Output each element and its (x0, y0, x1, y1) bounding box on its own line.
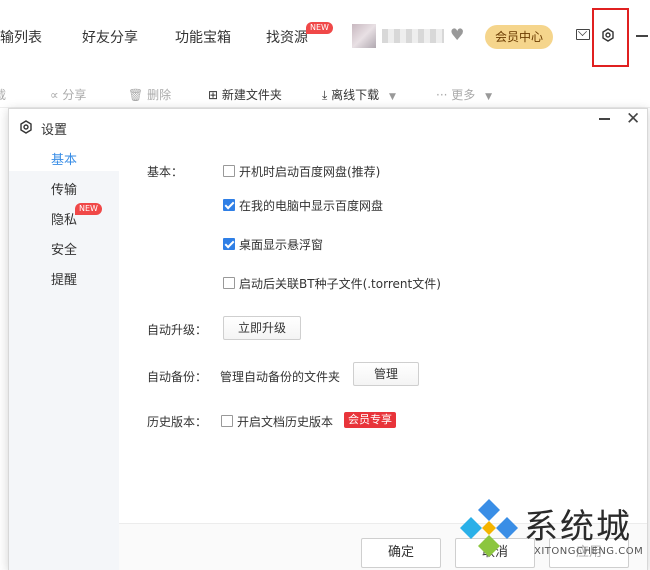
history-version-checkbox[interactable] (221, 415, 233, 427)
history-version-label: 历史版本： (147, 415, 208, 429)
toolbar-delete-label: 删除 (147, 88, 172, 102)
file-toolbar: 载 ∝ 分享 🗑 删除 ⊞ 新建文件夹 ⤓ 离线下载 ▼ ··· 更多 ▼ (0, 80, 650, 108)
watermark: 系统城 XITONGCHENG.COM (458, 497, 650, 570)
upgrade-now-button[interactable]: 立即升级 (223, 316, 301, 340)
history-version-option: 开启文档历史版本 (237, 415, 334, 429)
bt-association-checkbox[interactable] (223, 277, 235, 289)
sidebar-item-label: 安全 (51, 243, 78, 258)
vip-center-button[interactable]: 会员中心 (485, 25, 553, 49)
top-navigation: 输列表 好友分享 功能宝箱 找资源 NEW ♥ 会员中心 (0, 0, 650, 72)
toolbar-share[interactable]: ∝ 分享 (50, 86, 86, 103)
chevron-down-icon: ▼ (388, 92, 396, 102)
sidebar-item-privacy[interactable]: 隐私 NEW (9, 203, 119, 231)
show-in-my-computer-label: 在我的电脑中显示百度网盘 (239, 199, 384, 213)
toolbar-download-label: 载 (0, 88, 7, 102)
auto-upgrade-label: 自动升级： (147, 323, 208, 337)
close-icon[interactable]: ✕ (626, 109, 640, 129)
nav-toolbox[interactable]: 功能宝箱 (175, 27, 231, 47)
sidebar-item-label: 隐私 (51, 213, 78, 228)
sidebar-item-label: 基本 (51, 153, 78, 168)
toolbar-offline-download-label: 离线下载 (331, 88, 380, 102)
nav-find-resources[interactable]: 找资源 (266, 27, 308, 47)
toolbar-share-label: 分享 (62, 88, 87, 102)
sidebar-item-label: 传输 (51, 183, 78, 198)
settings-gear-icon (20, 120, 32, 134)
startup-option-label: 开机时启动百度网盘(推荐) (239, 165, 381, 179)
new-badge: NEW (75, 203, 102, 215)
watermark-logo-icon (460, 499, 518, 557)
startup-checkbox[interactable] (223, 165, 235, 177)
bt-association-label: 启动后关联BT种子文件(.torrent文件) (239, 277, 441, 291)
manage-button[interactable]: 管理 (353, 362, 419, 386)
folder-plus-icon: ⊞ (208, 88, 219, 102)
sidebar-item-reminder[interactable]: 提醒 (9, 263, 119, 291)
highlight-box (592, 8, 629, 67)
vip-level-icon: ♥ (450, 25, 465, 44)
chevron-down-icon: ▼ (485, 92, 493, 102)
toolbar-more-label: 更多 (451, 88, 476, 102)
toolbar-offline-download[interactable]: ⤓ 离线下载 ▼ (322, 86, 396, 103)
watermark-url: XITONGCHENG.COM (534, 546, 644, 557)
watermark-title: 系统城 (524, 507, 632, 547)
nav-friend-share[interactable]: 好友分享 (82, 27, 138, 47)
download-icon: ⤓ (322, 88, 328, 102)
basic-section-label: 基本： (147, 165, 184, 179)
floating-window-label: 桌面显示悬浮窗 (239, 238, 324, 252)
toolbar-new-folder[interactable]: ⊞ 新建文件夹 (208, 86, 282, 103)
toolbar-new-folder-label: 新建文件夹 (221, 88, 282, 102)
username-blurred (382, 29, 444, 43)
auto-backup-description: 管理自动备份的文件夹 (220, 370, 341, 384)
new-badge: NEW (306, 22, 333, 34)
share-icon: ∝ (50, 88, 59, 102)
auto-backup-label: 自动备份： (147, 370, 208, 384)
sidebar-item-transfer[interactable]: 传输 (9, 173, 119, 201)
ok-button[interactable]: 确定 (361, 538, 441, 568)
toolbar-more[interactable]: ··· 更多 ▼ (436, 86, 492, 103)
settings-sidebar: 基本 传输 隐私 NEW 安全 提醒 (9, 143, 119, 570)
trash-icon: 🗑 (128, 88, 144, 102)
nav-transfer-list[interactable]: 输列表 (0, 27, 42, 47)
mail-icon[interactable] (576, 29, 590, 40)
dialog-minimize-icon[interactable] (599, 118, 610, 120)
toolbar-delete[interactable]: 🗑 删除 (128, 86, 171, 103)
sidebar-item-security[interactable]: 安全 (9, 233, 119, 261)
avatar[interactable] (352, 24, 376, 48)
sidebar-item-basic[interactable]: 基本 (9, 143, 119, 171)
more-dots-icon: ··· (436, 88, 448, 102)
dialog-title: 设置 (41, 123, 68, 138)
minimize-icon[interactable] (636, 35, 648, 37)
show-in-my-computer-checkbox[interactable] (223, 199, 235, 211)
toolbar-download[interactable]: 载 (0, 86, 6, 103)
dialog-titlebar: 设置 ✕ (9, 109, 647, 143)
sidebar-item-label: 提醒 (51, 273, 78, 288)
member-only-badge: 会员专享 (344, 412, 396, 428)
floating-window-checkbox[interactable] (223, 238, 235, 250)
